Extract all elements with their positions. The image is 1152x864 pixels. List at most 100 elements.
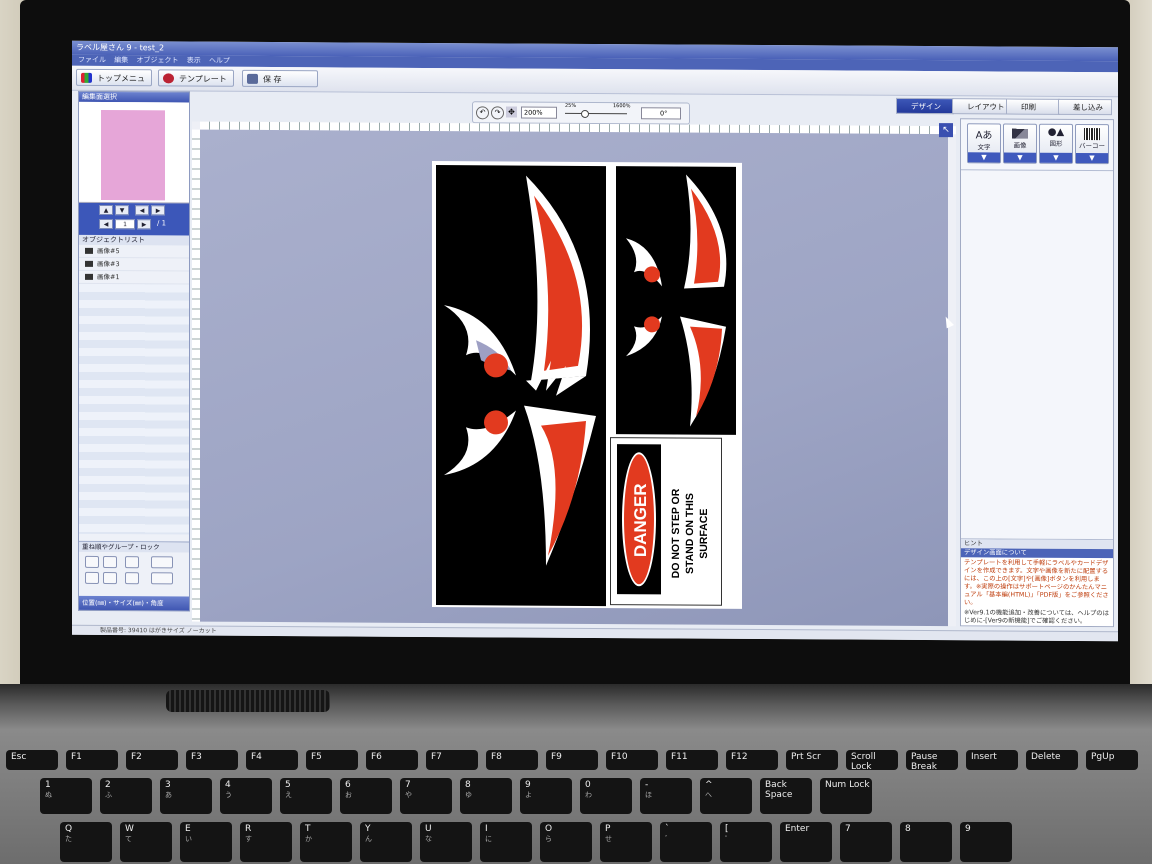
key[interactable]: 6お: [340, 778, 392, 814]
image-tool-button[interactable]: 画像 ▼: [1003, 123, 1037, 164]
key[interactable]: F3: [186, 750, 238, 770]
rotation-select[interactable]: 0°: [641, 107, 681, 120]
key[interactable]: -ほ: [640, 778, 692, 814]
fit-icon[interactable]: ✥: [506, 106, 517, 118]
redo-icon[interactable]: ↷: [491, 106, 504, 120]
menu-help[interactable]: ヘルプ: [209, 57, 230, 65]
key[interactable]: Num Lock: [820, 778, 872, 814]
key[interactable]: Qた: [60, 822, 112, 862]
zoom-slider-handle[interactable]: [581, 109, 589, 118]
key[interactable]: Yん: [360, 822, 412, 862]
template-button[interactable]: テンプレート: [158, 69, 234, 87]
tab-design[interactable]: デザイン: [896, 97, 954, 115]
key[interactable]: ` ゛: [660, 822, 712, 862]
chevron-down-icon[interactable]: ▼: [1040, 152, 1072, 163]
key[interactable]: 0わ: [580, 778, 632, 814]
shark-mouth-small-image[interactable]: [616, 166, 736, 435]
send-back-icon[interactable]: [103, 571, 117, 585]
zoom-select[interactable]: 200%: [521, 106, 557, 119]
tab-layout[interactable]: レイアウト: [952, 98, 1008, 115]
text-tool-button[interactable]: Aあ 文字 ▼: [967, 123, 1001, 164]
bring-forward-icon[interactable]: [85, 555, 99, 568]
key[interactable]: Rす: [240, 822, 292, 862]
group-icon[interactable]: [151, 556, 173, 569]
key[interactable]: F1: [66, 750, 118, 770]
key[interactable]: 2ふ: [100, 778, 152, 814]
key[interactable]: Eい: [180, 822, 232, 862]
page-down-button[interactable]: ▼: [115, 205, 129, 216]
menu-object[interactable]: オブジェクト: [136, 56, 178, 64]
shape-tool-button[interactable]: ●▲ 図形 ▼: [1039, 123, 1073, 164]
key[interactable]: Back Space: [760, 778, 812, 814]
key[interactable]: Insert: [966, 750, 1018, 770]
key[interactable]: 3あ: [160, 778, 212, 814]
key[interactable]: Tか: [300, 822, 352, 862]
key[interactable]: Esc: [6, 750, 58, 770]
key[interactable]: Pせ: [600, 822, 652, 862]
key[interactable]: Prt Scr: [786, 750, 838, 770]
page-thumbnail[interactable]: [101, 109, 165, 201]
key[interactable]: F12: [726, 750, 778, 770]
list-item[interactable]: 画像#1: [79, 270, 189, 285]
undo-icon[interactable]: ↶: [476, 106, 489, 120]
key[interactable]: F2: [126, 750, 178, 770]
key[interactable]: F7: [426, 750, 478, 770]
menu-view[interactable]: 表示: [187, 57, 201, 65]
key[interactable]: F5: [306, 750, 358, 770]
position-size-header[interactable]: 位置(㎜)・サイズ(㎜)・角度: [79, 595, 189, 611]
key[interactable]: PgUp: [1086, 750, 1138, 770]
key[interactable]: 9: [960, 822, 1012, 862]
list-item[interactable]: 画像#3: [79, 257, 189, 272]
key[interactable]: 4う: [220, 778, 272, 814]
key[interactable]: 8: [900, 822, 952, 862]
key[interactable]: 9よ: [520, 778, 572, 814]
page-left-button[interactable]: ◀: [135, 205, 149, 216]
key[interactable]: F6: [366, 750, 418, 770]
menu-file[interactable]: ファイル: [78, 56, 106, 64]
key[interactable]: F4: [246, 750, 298, 770]
key[interactable]: Pause Break: [906, 750, 958, 772]
key[interactable]: 8ゆ: [460, 778, 512, 814]
chevron-down-icon[interactable]: ▼: [968, 152, 1000, 163]
key[interactable]: F8: [486, 750, 538, 770]
unlock-icon[interactable]: [125, 572, 139, 585]
page-up-button[interactable]: ▲: [99, 204, 113, 216]
shark-mouth-large-image[interactable]: [436, 165, 606, 607]
chevron-down-icon[interactable]: ▼: [1004, 152, 1036, 163]
key[interactable]: Delete: [1026, 750, 1078, 770]
key[interactable]: F9: [546, 750, 598, 770]
key[interactable]: F11: [666, 750, 718, 770]
ungroup-icon[interactable]: [151, 572, 173, 585]
tab-merge[interactable]: 差し込み: [1058, 98, 1112, 116]
key[interactable]: Scroll Lock: [846, 750, 898, 772]
list-item[interactable]: 画像#5: [79, 244, 189, 259]
tab-print[interactable]: 印刷: [1006, 98, 1060, 115]
chevron-down-icon[interactable]: ▼: [1076, 152, 1108, 164]
save-button[interactable]: 保 存: [242, 69, 318, 88]
bring-front-icon[interactable]: [85, 571, 99, 584]
send-backward-icon[interactable]: [103, 555, 117, 569]
page-right-button[interactable]: ▶: [151, 205, 165, 216]
key[interactable]: Wて: [120, 822, 172, 862]
lock-icon[interactable]: [125, 556, 139, 569]
barcode-tool-button[interactable]: バーコード ▼: [1075, 123, 1109, 165]
zoom-slider[interactable]: [565, 112, 627, 115]
key[interactable]: 7や: [400, 778, 452, 814]
page-number-input[interactable]: 1: [115, 219, 135, 230]
key[interactable]: Oら: [540, 822, 592, 862]
key[interactable]: Iに: [480, 822, 532, 862]
menu-edit[interactable]: 編集: [114, 56, 128, 64]
select-pointer-icon[interactable]: ↖: [939, 123, 953, 138]
key[interactable]: [゜: [720, 822, 772, 862]
top-menu-button[interactable]: トップメニュー: [76, 68, 152, 100]
key[interactable]: 1ぬ: [40, 778, 92, 814]
key[interactable]: 5え: [280, 778, 332, 814]
key[interactable]: F10: [606, 750, 658, 770]
key[interactable]: Uな: [420, 822, 472, 862]
danger-sign-image[interactable]: DANGER DO NOT STEP OR STAND ON THIS SURF…: [610, 437, 722, 606]
page-next-button[interactable]: ▶: [137, 219, 151, 230]
key[interactable]: ^ へ: [700, 778, 752, 814]
page-prev-button[interactable]: ◀: [99, 218, 113, 230]
key[interactable]: Enter: [780, 822, 832, 862]
key[interactable]: 7: [840, 822, 892, 862]
